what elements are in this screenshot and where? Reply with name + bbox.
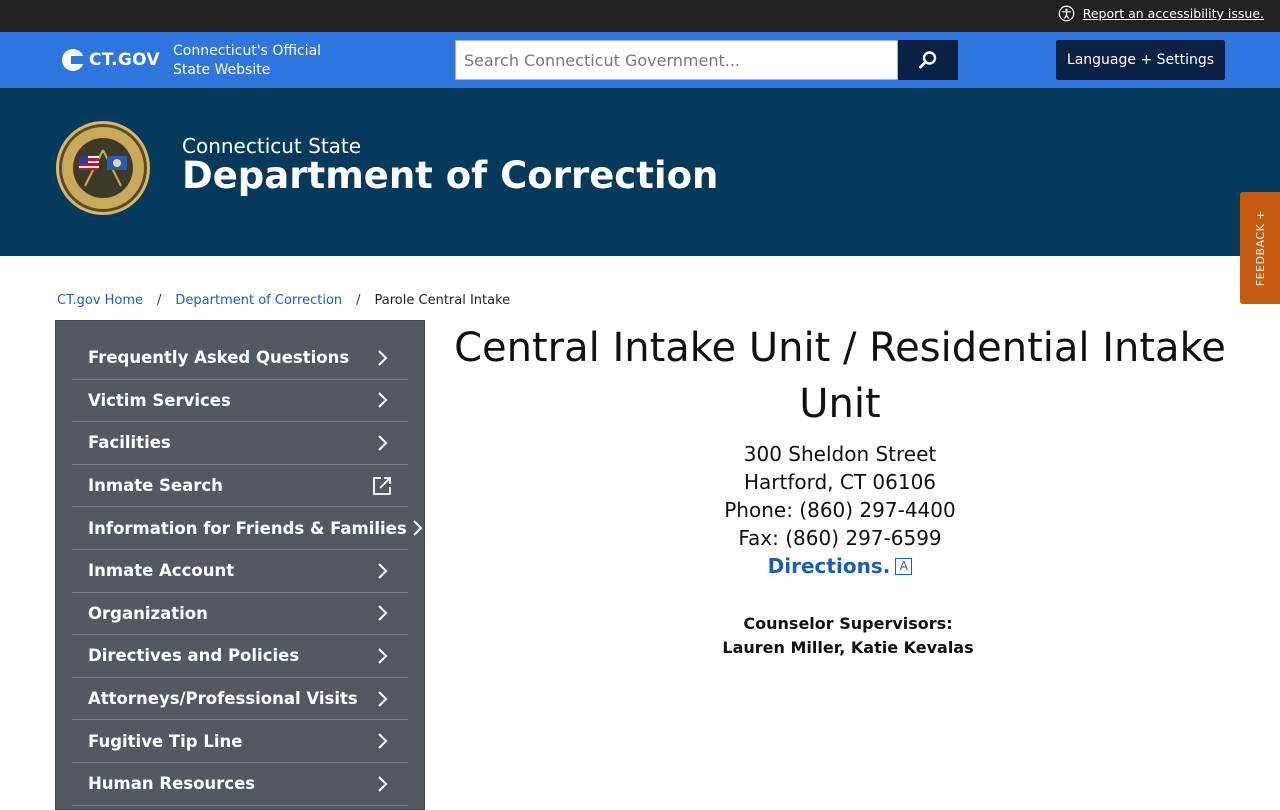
sidebar-item-label[interactable]: Facilities [88, 433, 171, 452]
sidebar-item[interactable]: Attorneys/Professional Visits [72, 678, 408, 721]
chevron-right-icon [378, 350, 388, 366]
map-marker-icon: A [895, 557, 913, 575]
sidebar-item-label[interactable]: Victim Services [88, 391, 231, 410]
department-seal-icon [56, 121, 150, 215]
sidebar-item-label[interactable]: Attorneys/Professional Visits [88, 689, 358, 708]
sidebar-item[interactable]: Human Resources [72, 763, 408, 806]
search-button[interactable] [898, 40, 958, 80]
search-input[interactable]: Search Connecticut Government... [455, 40, 898, 80]
chevron-right-icon [378, 392, 388, 409]
sidebar-item-label[interactable]: Inmate Search [88, 476, 223, 495]
sidebar-item[interactable]: Inmate Search [72, 465, 408, 508]
address-block: 300 Sheldon Street Hartford, CT 06106 Ph… [540, 440, 1140, 580]
sidebar-item[interactable]: Directives and Policies [72, 635, 408, 678]
sidebar-item-label[interactable]: Directives and Policies [88, 646, 299, 665]
directions-link[interactable]: Directions. A [768, 552, 913, 580]
accessibility-report-link[interactable]: Report an accessibility issue. [1058, 5, 1264, 22]
ctgov-header: CT.GOV Connecticut's Official State Webs… [0, 32, 1280, 88]
page-title: Central Intake Unit / Residential Intake… [454, 325, 1226, 427]
sidebar-item-label[interactable]: Fugitive Tip Line [88, 732, 242, 751]
official-site-text: Connecticut's Official State Website [173, 42, 321, 80]
breadcrumb-agency-link[interactable]: Department of Correction [175, 293, 342, 308]
counselor-supervisors: Counselor Supervisors: Lauren Miller, Ka… [548, 612, 1148, 660]
chevron-right-icon [378, 605, 388, 622]
sidebar-item[interactable]: Inmate Account [72, 550, 408, 593]
sidebar-item-label[interactable]: Inmate Account [88, 561, 234, 580]
utility-bar: Report an accessibility issue. [0, 0, 1280, 32]
breadcrumb: CT.gov Home / Department of Correction /… [57, 293, 510, 308]
sidebar-item[interactable]: Organization [72, 593, 408, 636]
chevron-right-icon [378, 648, 388, 664]
sidebar-item-label[interactable]: Information for Friends & Families [88, 519, 407, 538]
counselor-heading: Counselor Supervisors: [743, 614, 953, 633]
breadcrumb-separator: / [157, 293, 162, 308]
breadcrumb-home-link[interactable]: CT.gov Home [57, 293, 143, 308]
sidebar-item-label[interactable]: Frequently Asked Questions [88, 348, 349, 367]
sidebar-item-label[interactable]: Human Resources [88, 774, 255, 793]
chevron-right-icon [378, 435, 388, 451]
breadcrumb-current: Parole Central Intake [374, 293, 511, 308]
ctgov-logo[interactable]: CT.GOV [62, 49, 160, 71]
address-city: Hartford, CT 06106 [743, 470, 937, 494]
external-link-icon [373, 476, 391, 495]
agency-title[interactable]: Department of Correction [182, 154, 718, 197]
chevron-right-icon [412, 520, 423, 536]
language-settings-button[interactable]: Language + Settings [1056, 40, 1225, 80]
agency-banner: Connecticut State Department of Correcti… [0, 88, 1280, 256]
ctgov-logo-text: CT.GOV [89, 50, 160, 70]
sidebar-item[interactable]: Information for Friends & Families [72, 507, 423, 550]
address-street: 300 Sheldon Street [743, 442, 937, 466]
chevron-right-icon [378, 690, 388, 707]
fax-number: Fax: (860) 297-6599 [738, 526, 942, 550]
feedback-label[interactable]: FEEDBACK + [1254, 210, 1267, 286]
sidebar-item[interactable]: Victim Services [72, 380, 408, 423]
sidebar-item-label[interactable]: Organization [88, 604, 208, 623]
chevron-right-icon [378, 563, 388, 579]
sidebar-item[interactable]: Fugitive Tip Line [72, 720, 408, 763]
accessibility-report-label[interactable]: Report an accessibility issue. [1083, 6, 1264, 21]
counselor-names: Lauren Miller, Katie Kevalas [722, 638, 974, 657]
ctgov-logo-mark-icon [62, 49, 84, 71]
chevron-right-icon [378, 733, 388, 749]
accessibility-icon [1058, 5, 1075, 22]
official-site-line2: State Website [173, 62, 271, 78]
official-site-line1: Connecticut's Official [173, 43, 322, 59]
phone-number: Phone: (860) 297-4400 [724, 498, 956, 522]
sidebar-nav: Frequently Asked Questions Victim Service… [55, 320, 425, 810]
directions-label[interactable]: Directions. [768, 552, 891, 580]
chevron-right-icon [378, 776, 388, 792]
sidebar-item[interactable]: Facilities [72, 422, 408, 465]
search-icon [919, 51, 937, 69]
sidebar-item[interactable]: Frequently Asked Questions [72, 337, 408, 380]
feedback-tab[interactable]: FEEDBACK + [1240, 192, 1280, 304]
breadcrumb-separator: / [356, 293, 361, 308]
